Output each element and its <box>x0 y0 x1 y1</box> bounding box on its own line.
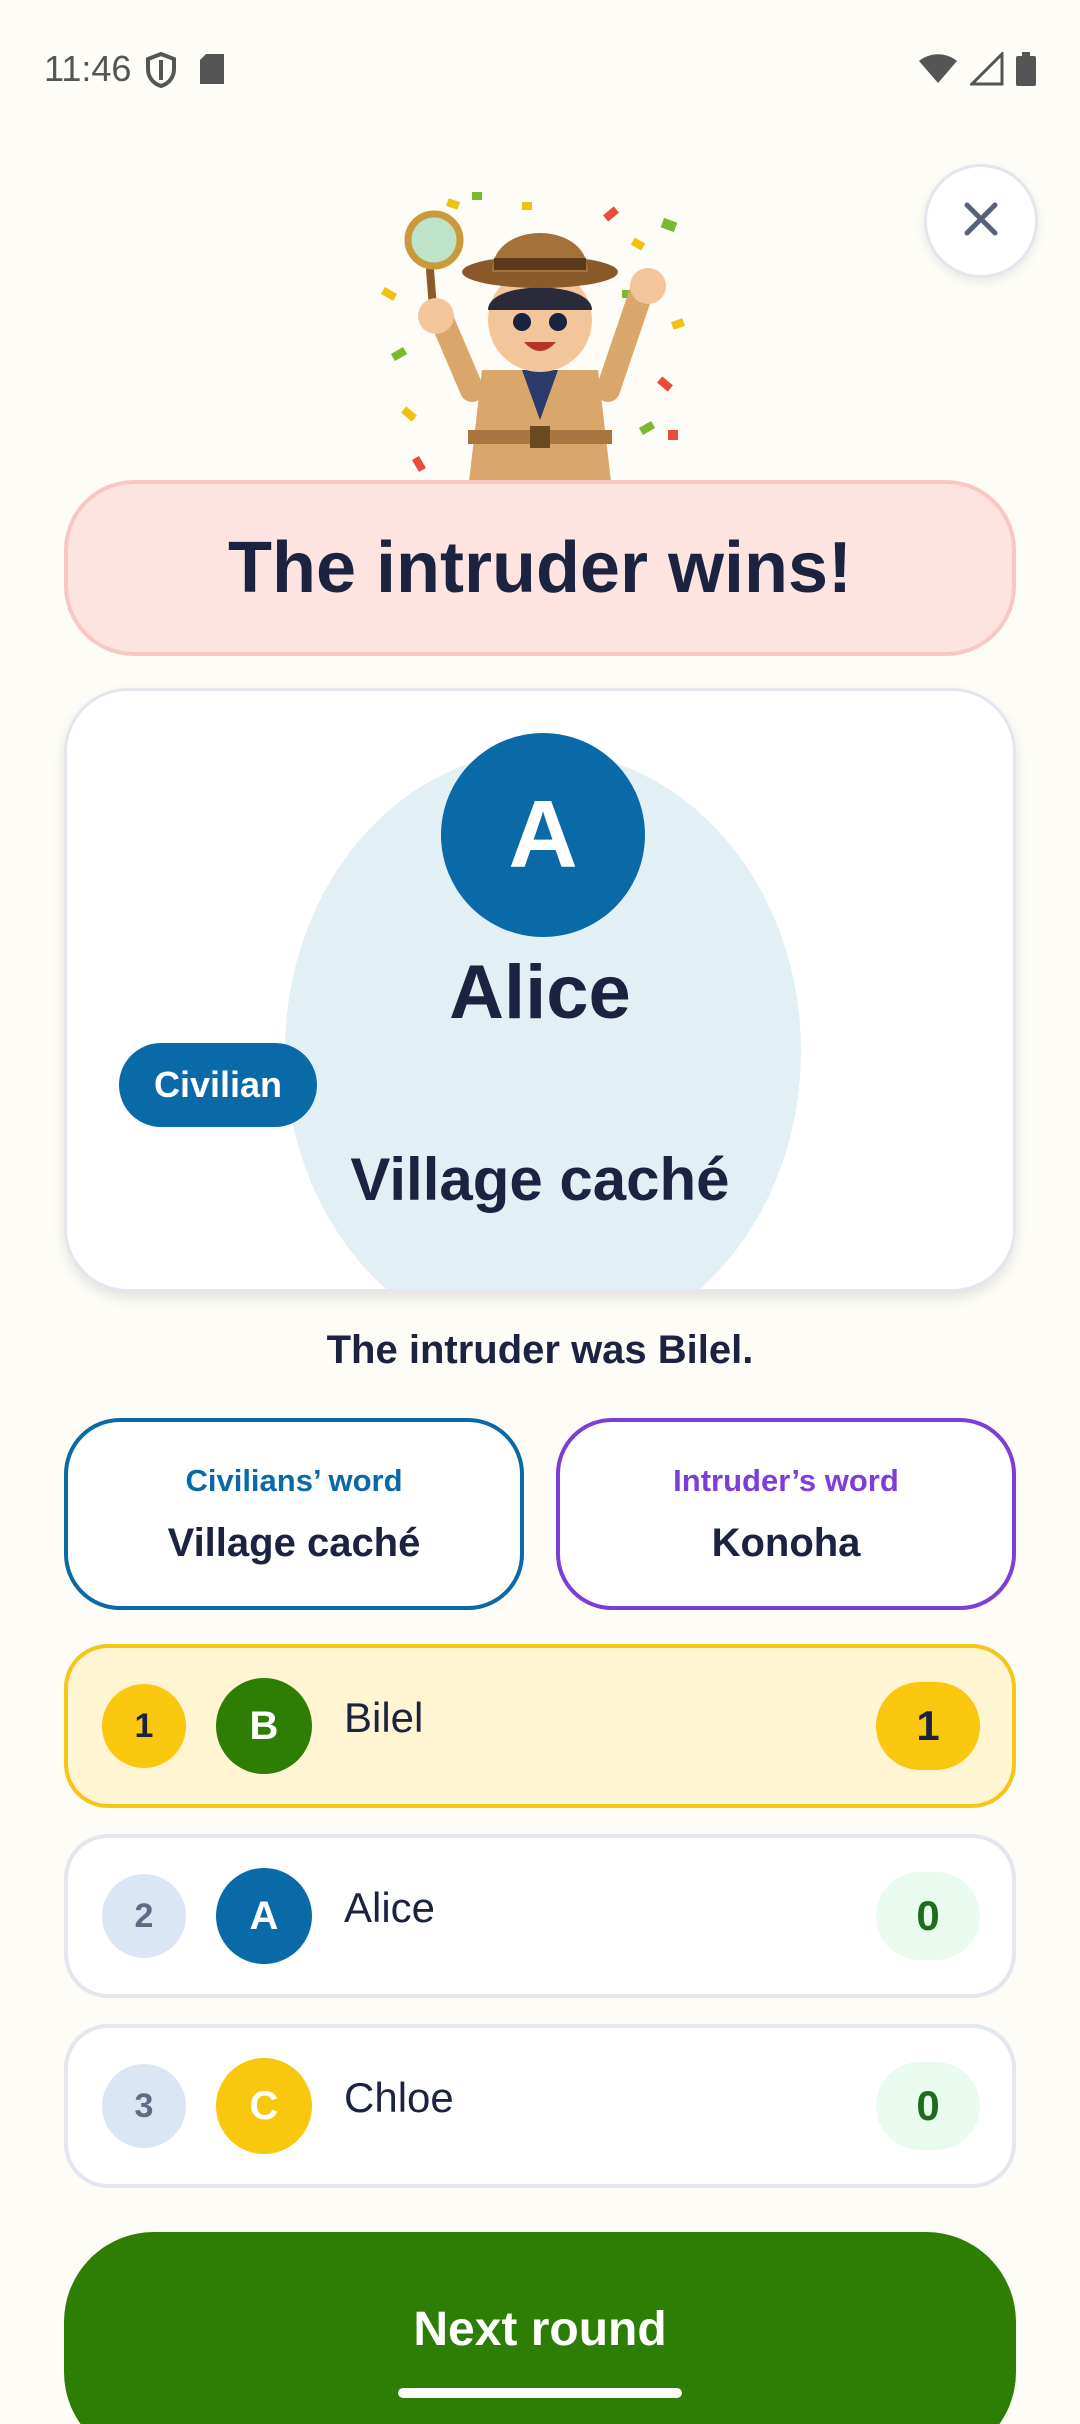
cell-signal-icon <box>968 50 1004 91</box>
player-name: Chloe <box>344 2074 454 2121</box>
sd-card-icon <box>198 52 226 93</box>
avatar: A <box>441 733 645 937</box>
scoreboard-row: 2 A Alice 0 <box>64 1834 1016 1998</box>
score-badge: 0 <box>876 1872 980 1960</box>
player-name: Alice <box>449 950 631 1035</box>
rank-badge: 3 <box>102 2064 186 2148</box>
result-banner: The intruder wins! <box>64 480 1016 656</box>
civilians-word-box: Civilians’ word Village caché <box>64 1418 524 1610</box>
battery-icon <box>1016 52 1036 91</box>
status-time: 11:46 <box>44 48 132 89</box>
close-button[interactable] <box>924 164 1038 278</box>
intruder-word-box: Intruder’s word Konoha <box>556 1418 1016 1610</box>
civilians-word-label: Civilians’ word <box>185 1462 403 1498</box>
shield-icon <box>146 51 176 93</box>
home-indicator[interactable] <box>398 2388 682 2398</box>
player-name: Alice <box>344 1884 436 1931</box>
intruder-word-label: Intruder’s word <box>673 1462 899 1498</box>
role-badge: Civilian <box>119 1043 317 1127</box>
avatar: C <box>216 2058 312 2154</box>
score-badge: 1 <box>876 1682 980 1770</box>
close-icon <box>961 199 1001 244</box>
status-bar: 11:46 <box>0 0 1080 140</box>
player-reveal-card: A Alice Civilian Village caché <box>64 688 1016 1292</box>
player-name: Bilel <box>344 1694 424 1741</box>
scoreboard-row: 3 C Chloe 0 <box>64 2024 1016 2188</box>
score-badge: 0 <box>876 2062 980 2150</box>
avatar: B <box>216 1678 312 1774</box>
player-word: Village caché <box>350 1146 730 1213</box>
intruder-word-value: Konoha <box>711 1520 861 1565</box>
wifi-icon <box>918 53 958 90</box>
avatar: A <box>216 1868 312 1964</box>
scoreboard-row: 1 B Bilel 1 <box>64 1644 1016 1808</box>
civilians-word-value: Village caché <box>167 1520 421 1565</box>
intruder-reveal-text: The intruder was Bilel. <box>326 1328 754 1372</box>
result-title: The intruder wins! <box>227 528 853 608</box>
rank-badge: 1 <box>102 1684 186 1768</box>
detective-mascot-illustration <box>372 190 708 520</box>
rank-badge: 2 <box>102 1874 186 1958</box>
